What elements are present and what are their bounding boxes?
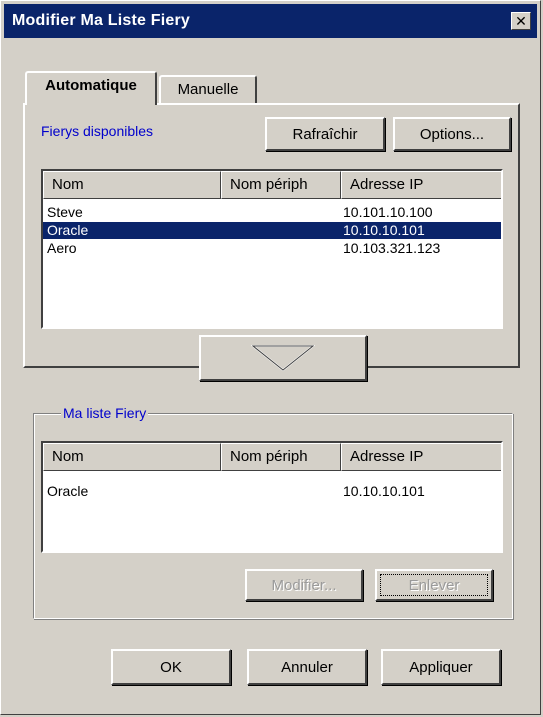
row-name: Steve <box>47 204 83 220</box>
row-name: Aero <box>47 240 77 256</box>
down-triangle-icon <box>251 345 315 372</box>
title-bar[interactable]: Modifier Ma Liste Fiery ✕ <box>4 4 537 38</box>
tab-automatique-label: Automatique <box>45 77 137 94</box>
dialog-window: Modifier Ma Liste Fiery ✕ Automatique Ma… <box>0 0 541 715</box>
available-fierys-label: Fierys disponibles <box>41 123 154 139</box>
row-name: Oracle <box>47 222 89 238</box>
tab-manuelle-label: Manuelle <box>177 81 239 98</box>
row-ip: 10.10.10.101 <box>343 483 425 499</box>
column-header-device[interactable]: Nom périph <box>221 171 341 199</box>
ok-button[interactable]: OK <box>111 649 231 685</box>
column-header-name-label: Nom <box>52 176 84 193</box>
options-button-label: Options... <box>419 125 485 143</box>
list-header: Nom Nom périph Adresse IP <box>43 171 501 199</box>
column-header-name[interactable]: Nom <box>43 443 221 471</box>
column-header-ip-label: Adresse IP <box>350 176 424 193</box>
tab-automatique[interactable]: Automatique <box>25 71 157 105</box>
column-header-device-label: Nom périph <box>230 448 308 465</box>
column-header-name[interactable]: Nom <box>43 171 221 199</box>
table-row-selected[interactable]: Oracle 10.10.10.101 <box>43 222 501 239</box>
my-fiery-list-label: Ma liste Fiery <box>61 405 149 421</box>
table-row[interactable]: Steve 10.101.10.100 <box>43 204 501 221</box>
close-button[interactable]: ✕ <box>511 12 531 30</box>
column-header-ip[interactable]: Adresse IP <box>341 171 501 199</box>
row-ip: 10.10.10.101 <box>343 222 425 238</box>
available-fierys-list[interactable]: Nom Nom périph Adresse IP Steve 10.101.1… <box>41 169 503 329</box>
modify-button[interactable]: Modifier... <box>245 569 363 601</box>
cancel-button-label: Annuler <box>281 658 333 676</box>
window-title: Modifier Ma Liste Fiery <box>12 12 190 29</box>
table-row[interactable]: Oracle 10.10.10.101 <box>43 483 501 500</box>
list-header: Nom Nom périph Adresse IP <box>43 443 501 471</box>
modify-button-label: Modifier... <box>271 576 337 594</box>
table-row[interactable]: Aero 10.103.321.123 <box>43 240 501 257</box>
my-fiery-list[interactable]: Nom Nom périph Adresse IP Oracle 10.10.1… <box>41 441 503 553</box>
row-ip: 10.101.10.100 <box>343 204 433 220</box>
cancel-button[interactable]: Annuler <box>247 649 367 685</box>
column-header-device[interactable]: Nom périph <box>221 443 341 471</box>
remove-button[interactable]: Enlever <box>375 569 493 601</box>
row-ip: 10.103.321.123 <box>343 240 441 256</box>
close-icon: ✕ <box>515 13 527 29</box>
column-header-device-label: Nom périph <box>230 176 308 193</box>
column-header-ip[interactable]: Adresse IP <box>341 443 501 471</box>
apply-button-label: Appliquer <box>409 658 473 676</box>
row-name: Oracle <box>47 483 89 499</box>
column-header-name-label: Nom <box>52 448 84 465</box>
ok-button-label: OK <box>160 658 182 676</box>
refresh-button-label: Rafraîchir <box>292 125 358 143</box>
apply-button[interactable]: Appliquer <box>381 649 501 685</box>
refresh-button[interactable]: Rafraîchir <box>265 117 385 151</box>
column-header-ip-label: Adresse IP <box>350 448 424 465</box>
tab-manuelle[interactable]: Manuelle <box>159 75 257 105</box>
add-to-list-button[interactable] <box>199 335 367 381</box>
options-button[interactable]: Options... <box>393 117 511 151</box>
remove-button-label: Enlever <box>408 576 460 594</box>
